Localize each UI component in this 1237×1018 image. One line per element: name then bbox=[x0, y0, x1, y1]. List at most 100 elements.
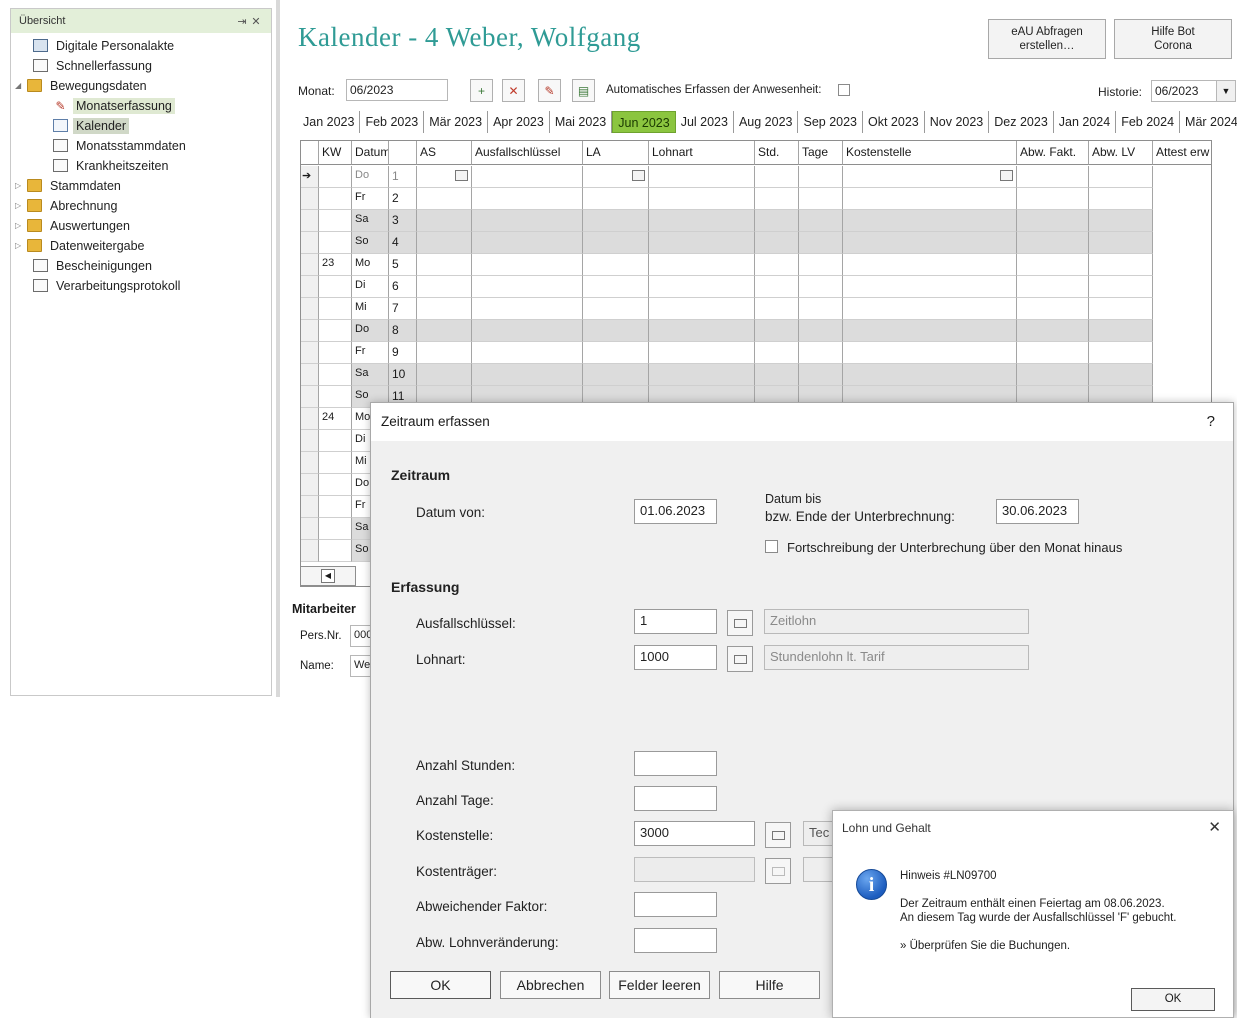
lohnart-picker-icon[interactable] bbox=[727, 646, 753, 672]
column-header[interactable]: Lohnart bbox=[649, 141, 755, 165]
row-selector[interactable] bbox=[301, 320, 319, 342]
grid-cell[interactable] bbox=[1089, 254, 1153, 276]
eau-request-button[interactable]: eAU Abfragen erstellen… bbox=[988, 19, 1106, 59]
historie-select[interactable]: 06/2023 bbox=[1151, 80, 1217, 102]
tree-item-monatserfassung[interactable]: ✎ Monatserfassung bbox=[53, 96, 175, 115]
grid-cell[interactable] bbox=[799, 166, 843, 188]
column-header[interactable]: LA bbox=[583, 141, 649, 165]
grid-cell[interactable] bbox=[649, 364, 755, 386]
column-header[interactable]: Kostenstelle bbox=[843, 141, 1017, 165]
grid-cell[interactable] bbox=[583, 210, 649, 232]
horizontal-scrollbar[interactable]: ◀ bbox=[300, 566, 356, 586]
grid-cell[interactable] bbox=[843, 276, 1017, 298]
grid-cell[interactable] bbox=[755, 232, 799, 254]
column-header[interactable]: AS bbox=[417, 141, 472, 165]
row-selector[interactable] bbox=[301, 298, 319, 320]
tree-item-digitale-personalakte[interactable]: Digitale Personalakte bbox=[33, 36, 177, 55]
grid-cell[interactable] bbox=[417, 232, 472, 254]
grid-cell[interactable] bbox=[649, 232, 755, 254]
row-selector[interactable] bbox=[301, 364, 319, 386]
tab-jun-2023[interactable]: Jun 2023 bbox=[612, 111, 676, 133]
grid-cell[interactable] bbox=[417, 254, 472, 276]
grid-cell[interactable] bbox=[755, 364, 799, 386]
grid-cell[interactable] bbox=[1017, 342, 1089, 364]
datum-bis-input[interactable]: 30.06.2023 bbox=[996, 499, 1079, 524]
grid-cell[interactable] bbox=[1089, 298, 1153, 320]
pin-icon[interactable]: ⇥ bbox=[235, 15, 249, 28]
ausfall-input[interactable]: 1 bbox=[634, 609, 717, 634]
tree-item-bescheinigungen[interactable]: Bescheinigungen bbox=[33, 256, 155, 275]
grid-cell[interactable] bbox=[755, 166, 799, 188]
help-icon[interactable]: ? bbox=[1207, 413, 1215, 430]
tab-mai-2023[interactable]: Mai 2023 bbox=[550, 111, 613, 133]
tree-item-krankheitszeiten[interactable]: Krankheitszeiten bbox=[53, 156, 171, 175]
grid-cell[interactable] bbox=[799, 254, 843, 276]
grid-cell[interactable] bbox=[799, 364, 843, 386]
kostenstelle-picker-icon[interactable] bbox=[765, 822, 791, 848]
column-header[interactable]: Ausfallschlüssel bbox=[472, 141, 583, 165]
grid-cell[interactable] bbox=[583, 254, 649, 276]
tab-mär-2023[interactable]: Mär 2023 bbox=[424, 111, 489, 133]
grid-cell[interactable] bbox=[649, 320, 755, 342]
grid-cell[interactable] bbox=[417, 320, 472, 342]
grid-cell[interactable] bbox=[583, 276, 649, 298]
kostentraeger-input[interactable] bbox=[634, 857, 755, 882]
corona-help-bot-button[interactable]: Hilfe Bot Corona bbox=[1114, 19, 1232, 59]
kostentraeger-picker-icon[interactable] bbox=[765, 858, 791, 884]
grid-cell[interactable] bbox=[1017, 254, 1089, 276]
tab-jan-2024[interactable]: Jan 2024 bbox=[1054, 111, 1117, 133]
tree-item-verarbeitungsprotokoll[interactable]: Verarbeitungsprotokoll bbox=[33, 276, 183, 295]
lohnart-input[interactable]: 1000 bbox=[634, 645, 717, 670]
row-selector[interactable] bbox=[301, 386, 319, 408]
tree-item-monatsstammdaten[interactable]: Monatsstammdaten bbox=[53, 136, 189, 155]
row-selector[interactable] bbox=[301, 496, 319, 518]
row-selector[interactable] bbox=[301, 430, 319, 452]
grid-cell[interactable] bbox=[649, 298, 755, 320]
kostenstelle-input[interactable]: 3000 bbox=[634, 821, 755, 846]
tab-feb-2024[interactable]: Feb 2024 bbox=[1116, 111, 1181, 133]
stunden-input[interactable] bbox=[634, 751, 717, 776]
grid-cell[interactable] bbox=[583, 188, 649, 210]
grid-cell[interactable] bbox=[583, 342, 649, 364]
fortschreibung-checkbox[interactable] bbox=[765, 540, 778, 553]
grid-cell[interactable] bbox=[417, 210, 472, 232]
grid-cell[interactable] bbox=[1089, 188, 1153, 210]
grid-cell[interactable] bbox=[799, 342, 843, 364]
grid-cell[interactable] bbox=[472, 320, 583, 342]
tab-feb-2023[interactable]: Feb 2023 bbox=[360, 111, 425, 133]
lookup-icon[interactable] bbox=[455, 170, 468, 181]
grid-cell[interactable] bbox=[799, 276, 843, 298]
tab-aug-2023[interactable]: Aug 2023 bbox=[734, 111, 799, 133]
row-selector[interactable]: ➔ bbox=[301, 166, 319, 188]
grid-cell[interactable] bbox=[843, 320, 1017, 342]
grid-cell[interactable] bbox=[755, 298, 799, 320]
document-icon[interactable]: ▤ bbox=[572, 79, 595, 102]
grid-cell[interactable] bbox=[417, 342, 472, 364]
datum-von-input[interactable]: 01.06.2023 bbox=[634, 499, 717, 524]
tab-okt-2023[interactable]: Okt 2023 bbox=[863, 111, 925, 133]
row-selector[interactable] bbox=[301, 408, 319, 430]
grid-cell[interactable] bbox=[583, 166, 649, 188]
column-header[interactable]: Attest erw bbox=[1153, 141, 1211, 165]
row-selector[interactable] bbox=[301, 276, 319, 298]
tree-item-auswertungen[interactable]: ▷ Auswertungen bbox=[15, 216, 133, 235]
grid-cell[interactable] bbox=[417, 298, 472, 320]
grid-cell[interactable] bbox=[583, 232, 649, 254]
faktor-input[interactable] bbox=[634, 892, 717, 917]
grid-cell[interactable] bbox=[649, 254, 755, 276]
row-selector[interactable] bbox=[301, 232, 319, 254]
row-selector[interactable] bbox=[301, 210, 319, 232]
grid-cell[interactable] bbox=[1089, 166, 1153, 188]
grid-cell[interactable] bbox=[1089, 232, 1153, 254]
grid-cell[interactable] bbox=[583, 320, 649, 342]
column-header[interactable]: Abw. LV bbox=[1089, 141, 1153, 165]
row-selector[interactable] bbox=[301, 518, 319, 540]
grid-cell[interactable] bbox=[1017, 298, 1089, 320]
expand-arrow-icon[interactable]: ◢ bbox=[15, 81, 27, 90]
grid-cell[interactable] bbox=[1089, 210, 1153, 232]
tab-sep-2023[interactable]: Sep 2023 bbox=[798, 111, 864, 133]
grid-cell[interactable] bbox=[472, 364, 583, 386]
grid-cell[interactable] bbox=[472, 232, 583, 254]
grid-cell[interactable] bbox=[649, 188, 755, 210]
row-selector[interactable] bbox=[301, 254, 319, 276]
